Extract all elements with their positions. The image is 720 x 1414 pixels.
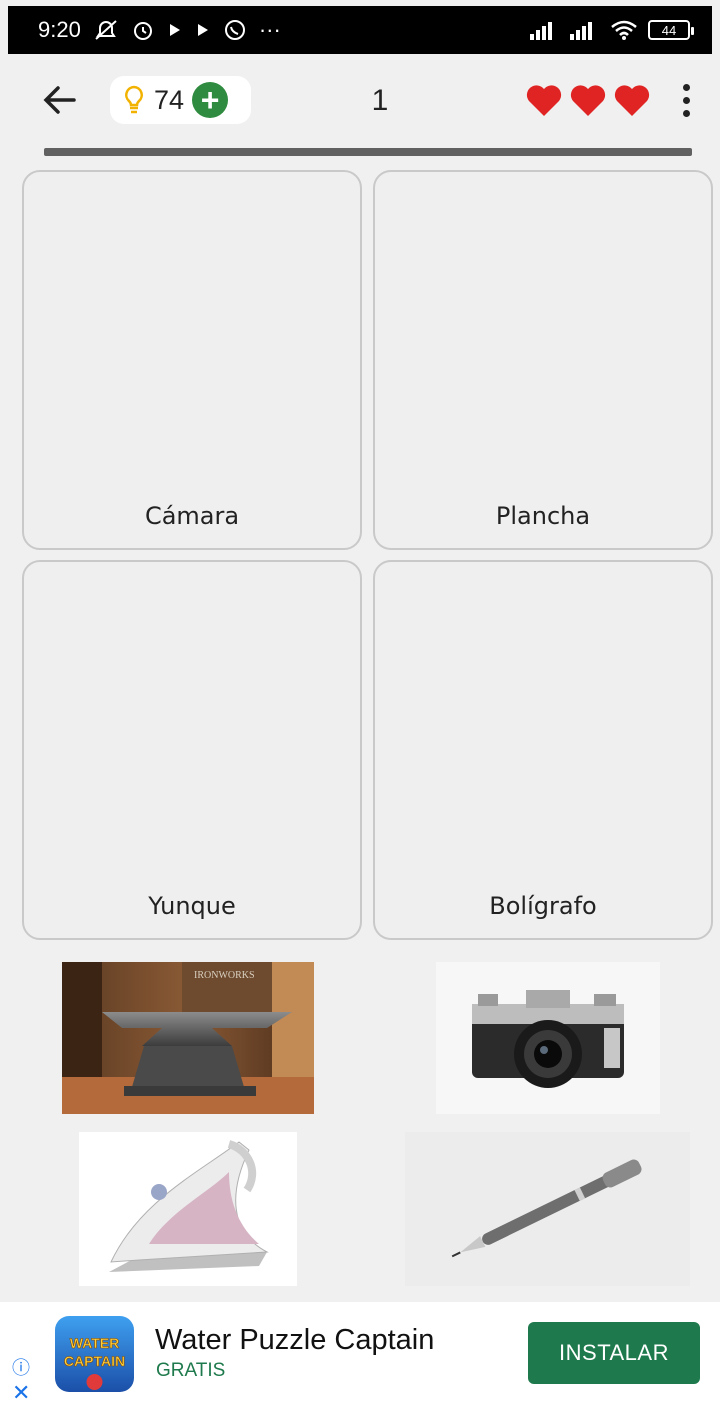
card-label: Plancha — [495, 502, 591, 530]
overflow-menu-icon[interactable] — [672, 84, 700, 124]
hints-counter[interactable]: 74 + — [110, 76, 251, 124]
game-header: 74 + 1 — [0, 54, 720, 146]
ad-info-icon[interactable]: ⓘ — [12, 1354, 30, 1380]
drop-card-anvil[interactable]: Yunque — [22, 560, 362, 940]
pen-image[interactable] — [405, 1132, 690, 1286]
ad-price: GRATIS — [156, 1360, 226, 1381]
ad-app-icon[interactable]: WATER CAPTAIN — [55, 1316, 134, 1392]
ad-icon-text-top: WATER — [70, 1335, 120, 1351]
iron-image[interactable] — [79, 1132, 297, 1286]
ad-icon-text-bottom: CAPTAIN — [64, 1353, 125, 1369]
drop-card-pen[interactable]: Bolígrafo — [373, 560, 713, 940]
alarm-icon — [133, 22, 152, 40]
camera-image[interactable] — [436, 962, 660, 1114]
drop-card-camera[interactable]: Cámara — [22, 170, 362, 550]
anvil-sign-text: IRONWORKS — [194, 970, 255, 981]
notifications-muted-icon — [95, 20, 117, 40]
signal-icon — [530, 22, 552, 40]
card-label: Cámara — [144, 502, 240, 530]
battery-level: 44 — [661, 22, 677, 38]
anvil-image[interactable]: IRONWORKS — [62, 962, 314, 1114]
back-arrow-icon[interactable] — [40, 78, 80, 122]
more-icon: ··· — [258, 17, 281, 42]
card-label: Bolígrafo — [489, 892, 597, 920]
card-label: Yunque — [148, 892, 236, 920]
install-button[interactable]: INSTALAR — [528, 1322, 700, 1384]
ad-banner[interactable]: ⓘ ✕ WATER CAPTAIN Water Puzzle Captain G… — [0, 1302, 720, 1414]
hints-count: 74 — [154, 84, 185, 115]
drop-card-iron[interactable]: Plancha — [373, 170, 713, 550]
whatsapp-icon — [224, 20, 245, 40]
lives-indicator — [524, 80, 652, 120]
play-icon — [197, 24, 208, 36]
ad-close-icon[interactable]: ✕ — [12, 1380, 30, 1406]
status-bar: 9:20 ··· 44 — [8, 6, 712, 54]
signal-icon — [570, 22, 592, 40]
heart-icon — [526, 85, 562, 116]
heart-icon — [570, 85, 606, 116]
lightbulb-icon — [125, 85, 143, 114]
add-hints-button[interactable]: + — [192, 82, 229, 118]
level-number: 1 — [371, 84, 389, 117]
wifi-icon — [611, 20, 637, 40]
ad-title: Water Puzzle Captain — [155, 1324, 435, 1356]
clock: 9:20 — [38, 17, 81, 42]
heart-icon — [614, 85, 650, 116]
battery-icon: 44 — [648, 20, 694, 40]
play-icon — [169, 24, 180, 36]
level-progress-bar — [44, 148, 692, 156]
